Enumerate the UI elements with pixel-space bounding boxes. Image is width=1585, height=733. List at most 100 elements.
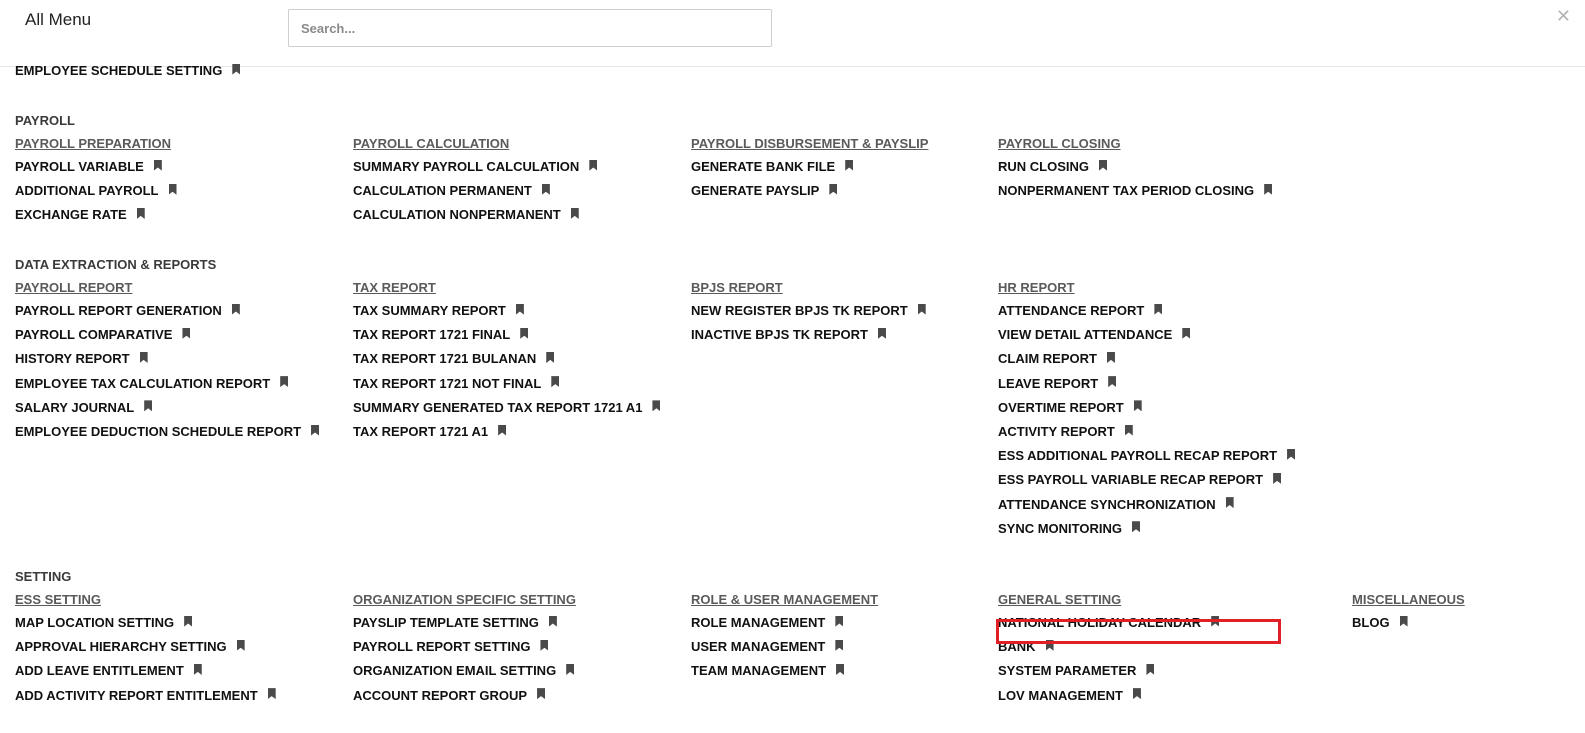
menu-item-ess-additional-payroll-recap-report[interactable]: ESS ADDITIONAL PAYROLL RECAP REPORT [998,444,1328,468]
group-heading-payroll-calculation[interactable]: PAYROLL CALCULATION [353,133,683,155]
bookmark-icon[interactable] [144,400,153,412]
group-heading-payroll-disbursement-and-payslip[interactable]: PAYROLL DISBURSEMENT & PAYSLIP [691,133,1021,155]
menu-item-activity-report[interactable]: ACTIVITY REPORT [998,420,1328,444]
bookmark-icon[interactable] [182,327,191,339]
menu-item-payroll-report-setting[interactable]: PAYROLL REPORT SETTING [353,635,683,659]
menu-item-history-report[interactable]: HISTORY REPORT [15,347,345,371]
bookmark-icon[interactable] [1273,472,1282,484]
bookmark-icon[interactable] [1133,400,1142,412]
bookmark-icon[interactable] [540,639,549,651]
menu-item-blog[interactable]: BLOG [1352,611,1585,635]
group-heading-bpjs-report[interactable]: BPJS REPORT [691,277,1021,299]
bookmark-icon[interactable] [546,351,555,363]
group-heading-payroll-preparation[interactable]: PAYROLL PREPARATION [15,133,345,155]
bookmark-icon[interactable] [139,351,148,363]
menu-item-tax-report-1721-a1[interactable]: TAX REPORT 1721 A1 [353,420,683,444]
search-input[interactable] [288,9,772,47]
bookmark-icon[interactable] [570,207,579,219]
menu-item-employee-schedule-setting[interactable]: EMPLOYEE SCHEDULE SETTING [15,59,241,83]
bookmark-icon[interactable] [1099,159,1107,171]
menu-item-ess-payroll-variable-recap-report[interactable]: ESS PAYROLL VARIABLE RECAP REPORT [998,468,1328,492]
group-heading-ess-setting[interactable]: ESS SETTING [15,589,345,611]
group-heading-hr-report[interactable]: HR REPORT [998,277,1328,299]
menu-item-salary-journal[interactable]: SALARY JOURNAL [15,396,345,420]
bookmark-icon[interactable] [652,400,661,412]
menu-item-summary-payroll-calculation[interactable]: SUMMARY PAYROLL CALCULATION [353,155,683,179]
menu-item-account-report-group[interactable]: ACCOUNT REPORT GROUP [353,684,683,708]
bookmark-icon[interactable] [537,688,546,700]
menu-item-system-parameter[interactable]: SYSTEM PARAMETER [998,659,1328,683]
bookmark-icon[interactable] [1132,521,1140,533]
bookmark-icon[interactable] [1154,303,1163,315]
menu-item-claim-report[interactable]: CLAIM REPORT [998,347,1328,371]
bookmark-icon[interactable] [548,615,557,627]
menu-item-new-register-bpjs-tk-report[interactable]: NEW REGISTER BPJS TK REPORT [691,299,1021,323]
bookmark-icon[interactable] [845,159,854,171]
menu-item-payroll-comparative[interactable]: PAYROLL COMPARATIVE [15,323,345,347]
group-heading-payroll-closing[interactable]: PAYROLL CLOSING [998,133,1328,155]
group-heading-organization-specific-setting[interactable]: ORGANIZATION SPECIFIC SETTING [353,589,683,611]
bookmark-icon[interactable] [1225,497,1234,509]
bookmark-icon[interactable] [917,303,926,315]
group-heading-role-and-user-management[interactable]: ROLE & USER MANAGEMENT [691,589,1021,611]
bookmark-icon[interactable] [1132,688,1141,700]
menu-item-payroll-variable[interactable]: PAYROLL VARIABLE [15,155,345,179]
menu-item-nonpermanent-tax-period-closing[interactable]: NONPERMANENT TAX PERIOD CLOSING [998,179,1328,203]
menu-item-payslip-template-setting[interactable]: PAYSLIP TEMPLATE SETTING [353,611,683,635]
bookmark-icon[interactable] [236,639,245,651]
bookmark-icon[interactable] [1106,351,1115,363]
bookmark-icon[interactable] [877,327,886,339]
menu-item-additional-payroll[interactable]: ADDITIONAL PAYROLL [15,179,345,203]
bookmark-icon[interactable] [1146,663,1155,675]
menu-item-calculation-nonpermanent[interactable]: CALCULATION NONPERMANENT [353,203,683,227]
menu-item-organization-email-setting[interactable]: ORGANIZATION EMAIL SETTING [353,659,683,683]
bookmark-icon[interactable] [232,63,241,75]
bookmark-icon[interactable] [1399,615,1408,627]
bookmark-icon[interactable] [836,663,845,675]
bookmark-icon[interactable] [231,303,240,315]
bookmark-icon[interactable] [835,615,844,627]
menu-item-user-management[interactable]: USER MANAGEMENT [691,635,1021,659]
bookmark-icon[interactable] [520,327,529,339]
menu-item-attendance-synchronization[interactable]: ATTENDANCE SYNCHRONIZATION [998,493,1328,517]
bookmark-icon[interactable] [835,639,844,651]
menu-item-employee-deduction-schedule-report[interactable]: EMPLOYEE DEDUCTION SCHEDULE REPORT [15,420,345,444]
bookmark-icon[interactable] [280,376,289,388]
menu-item-generate-payslip[interactable]: GENERATE PAYSLIP [691,179,1021,203]
close-icon[interactable]: ✕ [1556,6,1571,27]
menu-item-lov-management[interactable]: LOV MANAGEMENT [998,684,1328,708]
bookmark-icon[interactable] [541,183,550,195]
menu-item-attendance-report[interactable]: ATTENDANCE REPORT [998,299,1328,323]
bookmark-icon[interactable] [515,303,524,315]
menu-item-run-closing[interactable]: RUN CLOSING [998,155,1328,179]
bookmark-icon[interactable] [498,424,507,436]
group-heading-miscellaneous[interactable]: MISCELLANEOUS [1352,589,1585,611]
menu-item-sync-monitoring[interactable]: SYNC MONITORING [998,517,1328,541]
menu-item-generate-bank-file[interactable]: GENERATE BANK FILE [691,155,1021,179]
bookmark-icon[interactable] [168,183,177,195]
group-heading-general-setting[interactable]: GENERAL SETTING [998,589,1328,611]
bookmark-icon[interactable] [311,424,320,436]
bookmark-icon[interactable] [1124,424,1133,436]
menu-item-leave-report[interactable]: LEAVE REPORT [998,372,1328,396]
bookmark-icon[interactable] [566,663,575,675]
menu-item-team-management[interactable]: TEAM MANAGEMENT [691,659,1021,683]
bookmark-icon[interactable] [1264,183,1273,195]
bookmark-icon[interactable] [1182,327,1191,339]
menu-item-map-location-setting[interactable]: MAP LOCATION SETTING [15,611,345,635]
bookmark-icon[interactable] [589,159,598,171]
menu-item-summary-generated-tax-report-1721-a1[interactable]: SUMMARY GENERATED TAX REPORT 1721 A1 [353,396,683,420]
group-heading-tax-report[interactable]: TAX REPORT [353,277,683,299]
group-heading-payroll-report[interactable]: PAYROLL REPORT [15,277,345,299]
menu-item-tax-report-1721-bulanan[interactable]: TAX REPORT 1721 BULANAN [353,347,683,371]
menu-item-exchange-rate[interactable]: EXCHANGE RATE [15,203,345,227]
menu-item-payroll-report-generation[interactable]: PAYROLL REPORT GENERATION [15,299,345,323]
bookmark-icon[interactable] [267,688,276,700]
bookmark-icon[interactable] [1287,448,1296,460]
bookmark-icon[interactable] [136,207,145,219]
menu-item-approval-hierarchy-setting[interactable]: APPROVAL HIERARCHY SETTING [15,635,345,659]
bookmark-icon[interactable] [193,663,202,675]
menu-item-employee-tax-calculation-report[interactable]: EMPLOYEE TAX CALCULATION REPORT [15,372,345,396]
menu-item-tax-report-1721-not-final[interactable]: TAX REPORT 1721 NOT FINAL [353,372,683,396]
menu-item-calculation-permanent[interactable]: CALCULATION PERMANENT [353,179,683,203]
